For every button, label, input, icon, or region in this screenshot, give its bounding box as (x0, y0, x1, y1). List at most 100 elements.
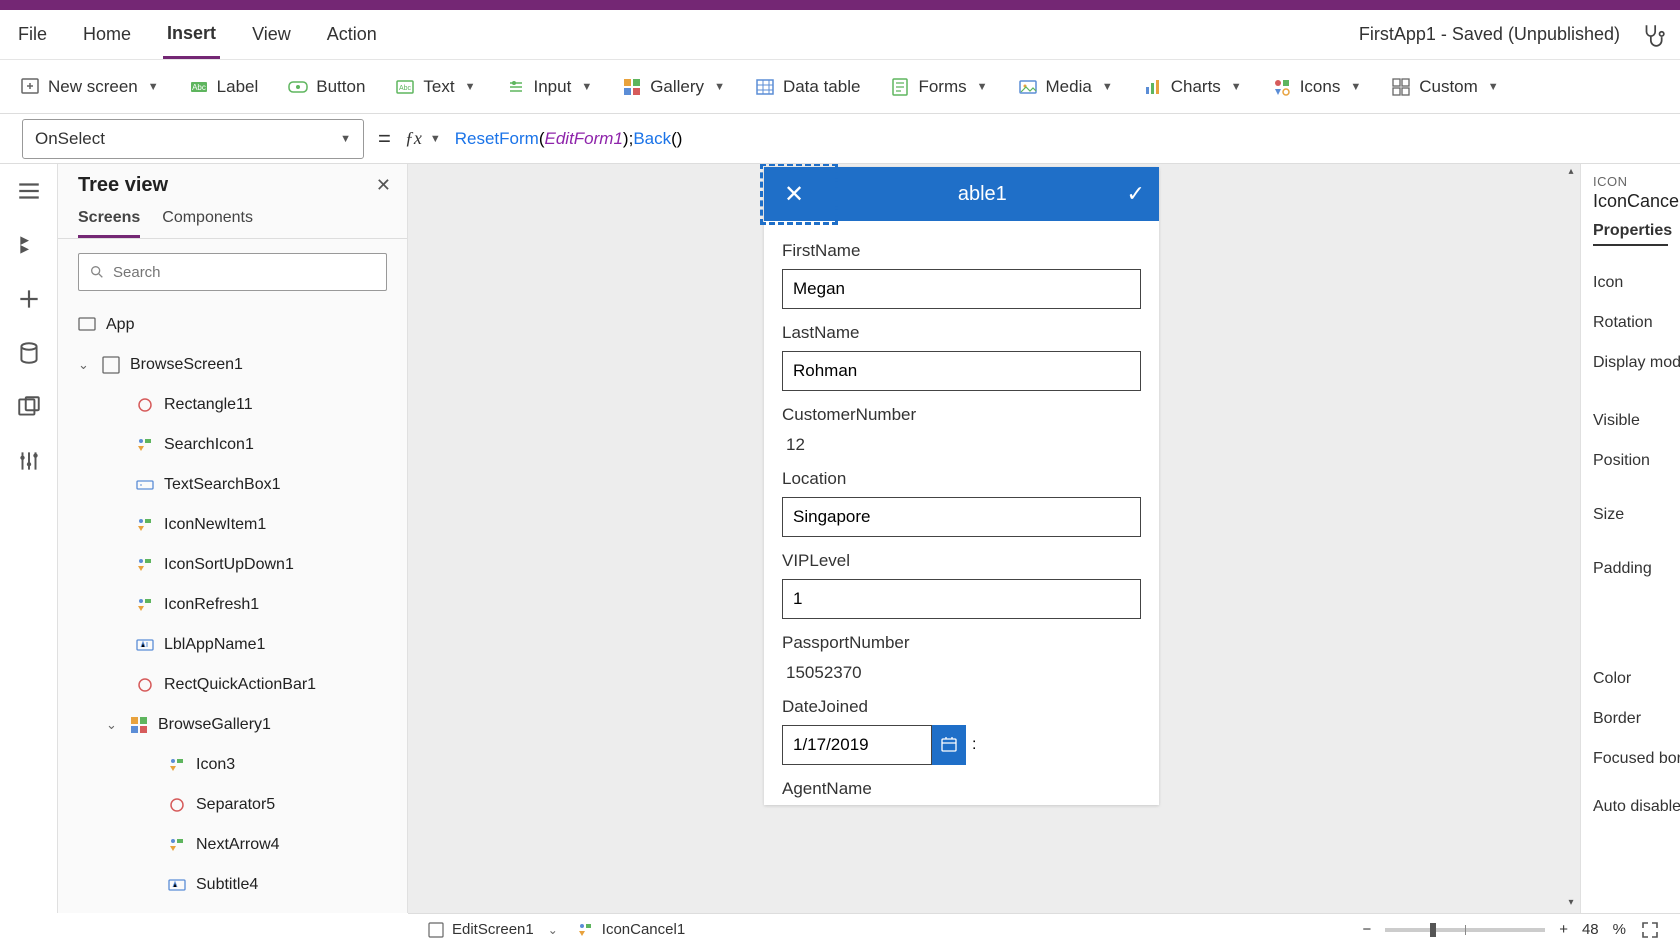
field-label-lastname: LastName (782, 323, 1141, 343)
tree-node-icon3[interactable]: Icon3 (58, 745, 407, 785)
fit-to-window-icon[interactable] (1640, 920, 1660, 940)
tree-node-rectangle[interactable]: Rectangle11 (58, 385, 407, 425)
menu-action[interactable]: Action (323, 12, 381, 57)
datatable-button[interactable]: Data table (755, 77, 861, 97)
formula-input[interactable]: ResetForm(EditForm1);Back() (455, 129, 683, 149)
prop-rotation[interactable]: Rotation (1593, 314, 1668, 332)
charts-label: Charts (1171, 77, 1221, 97)
control-icon (136, 596, 154, 614)
tree-node-subtitle[interactable]: Subtitle4 (58, 865, 407, 905)
cancel-icon[interactable]: ✕ (784, 180, 804, 209)
prop-visible[interactable]: Visible (1593, 412, 1668, 430)
menu-file[interactable]: File (14, 12, 51, 57)
prop-displaymode[interactable]: Display mode (1593, 354, 1668, 372)
scroll-down-icon[interactable]: ▾ (1564, 897, 1578, 911)
field-label-firstname: FirstName (782, 241, 1141, 261)
tree-node-rectquick[interactable]: RectQuickActionBar1 (58, 665, 407, 705)
tree-node-nextarrow[interactable]: NextArrow4 (58, 825, 407, 865)
date-input[interactable] (782, 725, 932, 765)
chevron-down-icon: ▼ (340, 133, 351, 145)
zoom-knob[interactable] (1430, 923, 1436, 937)
window-titlebar (0, 0, 1680, 10)
media-rail-icon[interactable] (16, 394, 42, 420)
tree-node-gallery[interactable]: ⌄ BrowseGallery1 (58, 705, 407, 745)
data-icon[interactable] (16, 340, 42, 366)
vip-input[interactable] (782, 579, 1141, 619)
firstname-input[interactable] (782, 269, 1141, 309)
media-button[interactable]: Media▼ (1018, 77, 1113, 97)
tab-screens[interactable]: Screens (78, 209, 140, 238)
prop-icon[interactable]: Icon (1593, 274, 1668, 292)
forms-button[interactable]: Forms▼ (890, 77, 987, 97)
scrollbar-vertical[interactable]: ▴ ▾ (1564, 166, 1578, 911)
tree-node-app[interactable]: App (58, 305, 407, 345)
tree-node-textsearch[interactable]: TextSearchBox1 (58, 465, 407, 505)
zoom-slider[interactable] (1385, 928, 1545, 932)
crumb-label: EditScreen1 (452, 921, 534, 938)
calendar-icon[interactable] (932, 725, 966, 765)
button-button[interactable]: Button (288, 77, 365, 97)
tree-node-browsescreen[interactable]: ⌄BrowseScreen1 (58, 345, 407, 385)
menu-home[interactable]: Home (79, 12, 135, 57)
scroll-up-icon[interactable]: ▴ (1564, 166, 1578, 180)
gallery-button[interactable]: Gallery▼ (622, 77, 725, 97)
search-field[interactable] (113, 264, 376, 281)
tree-label: LblAppName1 (164, 636, 265, 654)
chevron-down-icon[interactable]: ⌄ (106, 717, 120, 733)
insert-icon[interactable] (16, 286, 42, 312)
tree-node-iconrefresh[interactable]: IconRefresh1 (58, 585, 407, 625)
prop-border[interactable]: Border (1593, 710, 1668, 728)
search-input[interactable] (78, 253, 387, 291)
lastname-input[interactable] (782, 351, 1141, 391)
close-icon[interactable]: ✕ (376, 175, 391, 196)
chevron-down-icon: ▼ (581, 81, 592, 93)
label-button[interactable]: Abc Label (189, 77, 259, 97)
chevron-down-icon: ▼ (1231, 81, 1242, 93)
prop-position[interactable]: Position (1593, 452, 1668, 470)
tree-node-separator[interactable]: Separator5 (58, 785, 407, 825)
custom-button[interactable]: Custom▼ (1391, 77, 1498, 97)
prop-padding[interactable]: Padding (1593, 560, 1668, 578)
tree-node-searchicon[interactable]: SearchIcon1 (58, 425, 407, 465)
charts-button[interactable]: Charts ▼ (1143, 77, 1242, 97)
tree-node-iconsort[interactable]: IconSortUpDown1 (58, 545, 407, 585)
menu-view[interactable]: View (248, 12, 295, 57)
ribbon: New screen▼ Abc Label Button Abc Text▼ I… (0, 60, 1680, 114)
hamburger-icon[interactable] (16, 178, 42, 204)
prop-size[interactable]: Size (1593, 506, 1668, 524)
menu-bar: File Home Insert View Action FirstApp1 -… (0, 10, 1680, 60)
crumb-editscreen[interactable]: EditScreen1 ⌄ (428, 921, 558, 938)
field-label-agent: AgentName (782, 779, 1141, 799)
tree-view-icon[interactable] (16, 232, 42, 258)
prop-focused-border[interactable]: Focused borde (1593, 750, 1668, 768)
text-button[interactable]: Abc Text▼ (395, 77, 475, 97)
new-screen-button[interactable]: New screen▼ (20, 77, 159, 97)
prop-color[interactable]: Color (1593, 670, 1668, 688)
input-button[interactable]: Input▼ (506, 77, 593, 97)
tree-node-iconnew[interactable]: IconNewItem1 (58, 505, 407, 545)
menu-insert[interactable]: Insert (163, 11, 220, 59)
chevron-down-icon: ▼ (977, 81, 988, 93)
accept-icon[interactable]: ✓ (1127, 181, 1145, 207)
media-label: Media (1046, 77, 1092, 97)
props-tab-properties[interactable]: Properties (1593, 222, 1668, 246)
chevron-down-icon[interactable]: ⌄ (548, 923, 558, 937)
tab-components[interactable]: Components (162, 209, 253, 238)
location-input[interactable] (782, 497, 1141, 537)
crumb-iconcancel[interactable]: IconCancel1 (578, 921, 685, 938)
tree-panel: Tree view ✕ Screens Components App ⌄Brow… (58, 164, 408, 913)
zoom-out-button[interactable]: − (1362, 921, 1371, 938)
prop-autodisable[interactable]: Auto disable o (1593, 798, 1668, 816)
tree-label: BrowseGallery1 (158, 716, 271, 734)
property-selector[interactable]: OnSelect ▼ (22, 119, 364, 159)
fx-icon[interactable]: ƒx ▼ (405, 128, 441, 149)
icons-button[interactable]: Icons▼ (1272, 77, 1362, 97)
field-label-custnum: CustomerNumber (782, 405, 1141, 425)
advanced-icon[interactable] (16, 448, 42, 474)
tree-node-lblapp[interactable]: LblAppName1 (58, 625, 407, 665)
canvas[interactable]: ▴ ▾ ✕ able1 ✓ FirstName LastName Custome… (408, 164, 1580, 913)
zoom-in-button[interactable]: + (1559, 921, 1568, 938)
app-checker-icon[interactable] (1640, 22, 1666, 48)
chevron-down-icon[interactable]: ⌄ (78, 357, 92, 373)
equals-sign: = (378, 126, 391, 152)
